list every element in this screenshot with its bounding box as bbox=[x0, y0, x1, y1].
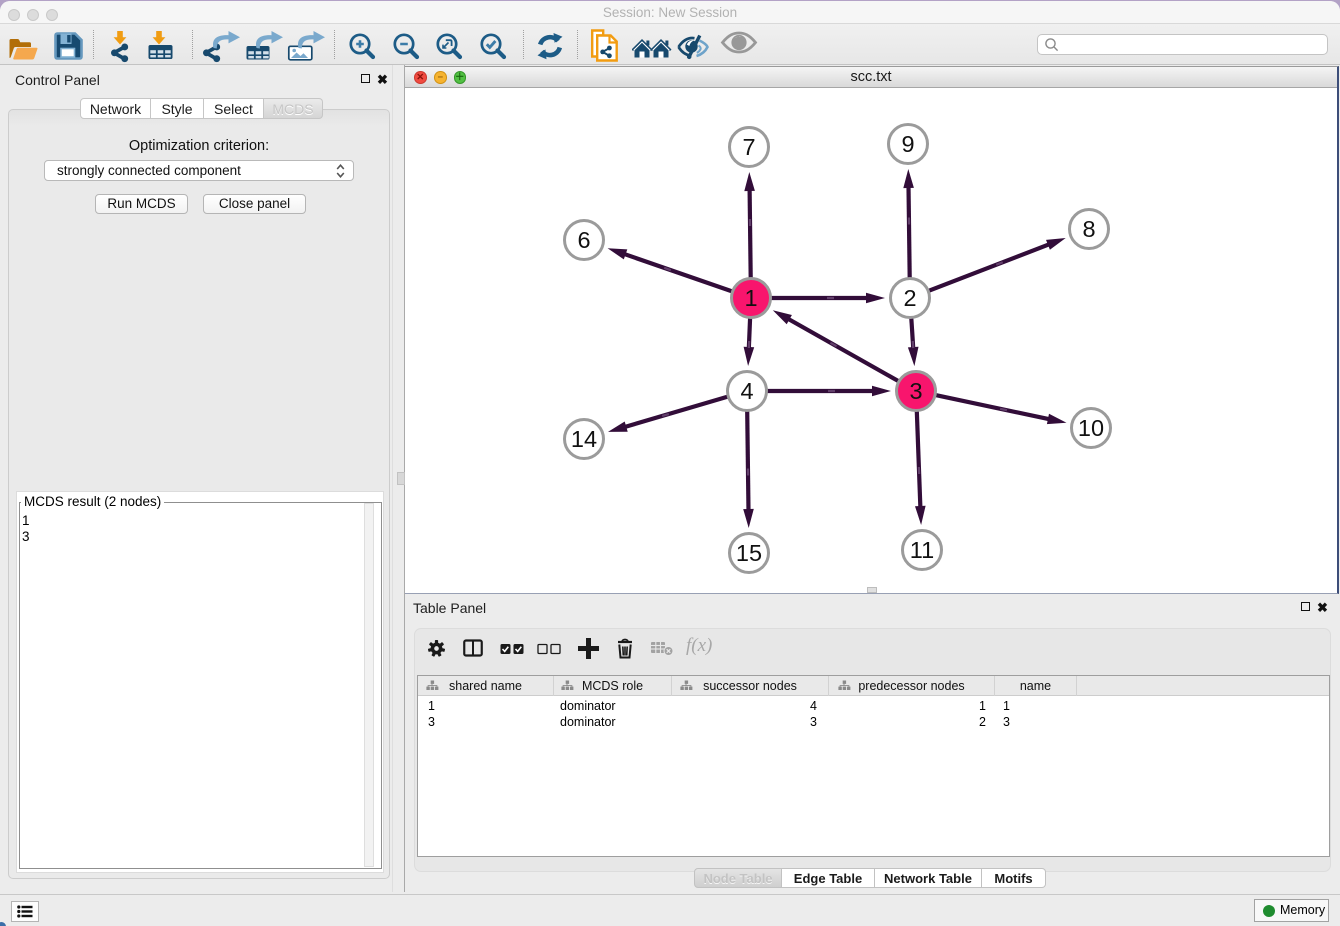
svg-text:9: 9 bbox=[901, 131, 914, 157]
svg-text:3: 3 bbox=[909, 378, 922, 404]
svg-text:1: 1 bbox=[744, 285, 757, 311]
svg-text:7: 7 bbox=[742, 134, 755, 160]
svg-text:15: 15 bbox=[736, 540, 762, 566]
svg-text:11: 11 bbox=[910, 537, 934, 563]
svg-text:2: 2 bbox=[903, 285, 916, 311]
svg-text:4: 4 bbox=[740, 378, 753, 404]
svg-text:14: 14 bbox=[571, 426, 597, 452]
svg-text:10: 10 bbox=[1078, 415, 1104, 441]
svg-text:8: 8 bbox=[1082, 216, 1095, 242]
svg-text:6: 6 bbox=[577, 227, 590, 253]
